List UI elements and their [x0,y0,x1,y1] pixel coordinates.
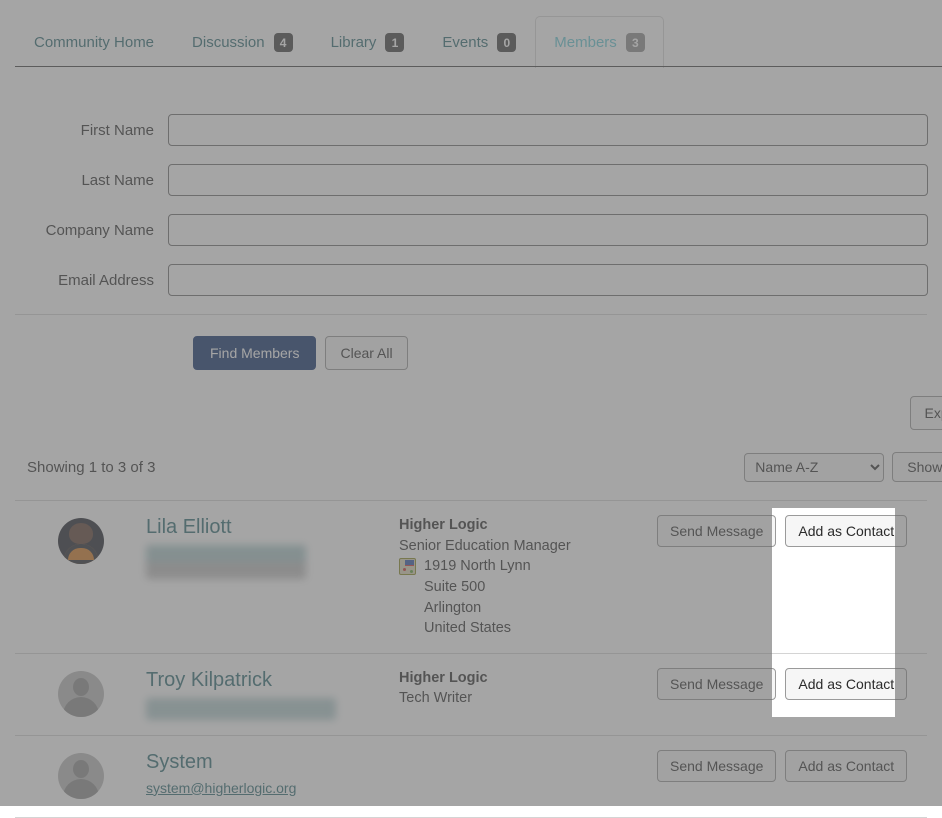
send-message-button[interactable]: Send Message [657,749,777,782]
map-pin-icon[interactable] [399,558,416,576]
member-search-form: First Name Last Name Company Name Email Add… [0,68,942,296]
form-row: Email Address [0,264,942,296]
member-name-link[interactable]: Lila Elliott [146,515,232,539]
tab-library[interactable]: Library 1 [312,16,424,68]
member-row: System system@higherlogic.org Send Message… [15,736,927,818]
export-button[interactable]: Export [909,396,942,431]
tab-events[interactable]: Events 0 [423,16,535,68]
form-row: First Name [0,114,942,146]
input-last-name[interactable] [168,164,928,196]
job-title: Senior Education Manager [399,537,571,554]
tab-badge: 0 [497,33,517,52]
company-cell: Higher Logic Senior Education Manager 1919… [399,515,649,638]
avatar-cell [15,515,146,565]
input-email-address[interactable] [168,264,928,296]
export-row: Export [0,370,942,431]
address-text: 1919 North Lynn [424,558,531,575]
address-line: United States [424,620,512,637]
input-company-name[interactable] [168,214,928,246]
actions-cell: Send Message Add as Contact [649,667,927,700]
tab-badge: 3 [625,33,645,52]
form-label: Email Address [58,271,154,289]
redacted-email [146,697,336,720]
add-as-contact-button[interactable]: Add as Contact [785,749,908,782]
name-cell: Lila Elliott [146,515,399,580]
members-content: First Name Last Name Company Name Email Add… [0,68,942,818]
show-all-button[interactable]: Show All [892,452,942,483]
address-line: Suite 500 [424,579,486,596]
company-cell: Higher Logic Tech Writer [399,668,649,709]
form-label: Company Name [45,221,154,239]
member-name-link[interactable]: Troy Kilpatrick [146,668,272,692]
redacted-email [146,545,306,580]
form-label: Last Name [81,171,154,189]
clear-all-button[interactable]: Clear All [325,336,408,371]
tab-discussion[interactable]: Discussion 4 [173,16,312,68]
member-email-link[interactable]: system@higherlogic.org [146,780,399,796]
name-cell: Troy Kilpatrick [146,668,399,720]
member-list: Lila Elliott Higher Logic Senior Education… [15,500,927,818]
tab-badge: 1 [385,33,405,52]
address-line: 1919 North Lynn [399,556,649,577]
member-row: Lila Elliott Higher Logic Senior Education… [15,501,927,654]
add-as-contact-button[interactable]: Add as Contact [785,515,908,548]
tab-members[interactable]: Members 3 [535,16,664,68]
actions-cell: Send Message Add as Contact [649,515,927,548]
avatar-cell [15,668,146,717]
avatar[interactable] [57,752,104,799]
form-label: First Name [80,121,154,139]
job-title: Tech Writer [399,690,473,707]
tab-bar-divider [15,66,942,67]
send-message-button[interactable]: Send Message [657,515,777,548]
avatar[interactable] [57,670,104,717]
member-row: Troy Kilpatrick Higher Logic Tech Writer Se… [15,654,927,736]
member-name-link[interactable]: System [146,750,213,774]
name-cell: System system@higherlogic.org [146,750,399,796]
results-bar: Showing 1 to 3 of 3 Name A-Z Show All [0,430,942,483]
tab-community-home[interactable]: Community Home [15,16,173,68]
members-page: Community Home Discussion 4 Library 1 Events 0… [0,0,942,818]
input-first-name[interactable] [168,114,928,146]
tab-label: Events [442,34,489,51]
tab-label: Discussion [192,34,265,51]
tab-label: Library [330,34,377,51]
form-row: Company Name [0,214,942,246]
showing-count: Showing 1 to 3 of 3 [27,458,156,476]
address-line: Arlington [424,599,482,616]
avatar[interactable] [57,518,104,565]
company-name: Higher Logic [399,669,488,686]
add-as-contact-button[interactable]: Add as Contact [785,667,908,700]
send-message-button[interactable]: Send Message [657,667,777,700]
actions-cell: Send Message Add as Contact [649,749,927,782]
company-name: Higher Logic [399,517,488,534]
tab-label: Members [554,34,617,51]
tab-label: Community Home [34,34,155,51]
find-members-button[interactable]: Find Members [193,336,317,371]
results-controls: Name A-Z Show All [744,452,942,483]
tab-badge: 4 [273,33,293,52]
community-tab-bar: Community Home Discussion 4 Library 1 Events 0… [0,0,942,68]
search-form-actions: Find Members Clear All [0,315,942,371]
avatar-cell [15,750,146,799]
form-row: Last Name [0,164,942,196]
sort-select[interactable]: Name A-Z [744,452,885,482]
tab-list: Community Home Discussion 4 Library 1 Events 0… [15,16,664,68]
